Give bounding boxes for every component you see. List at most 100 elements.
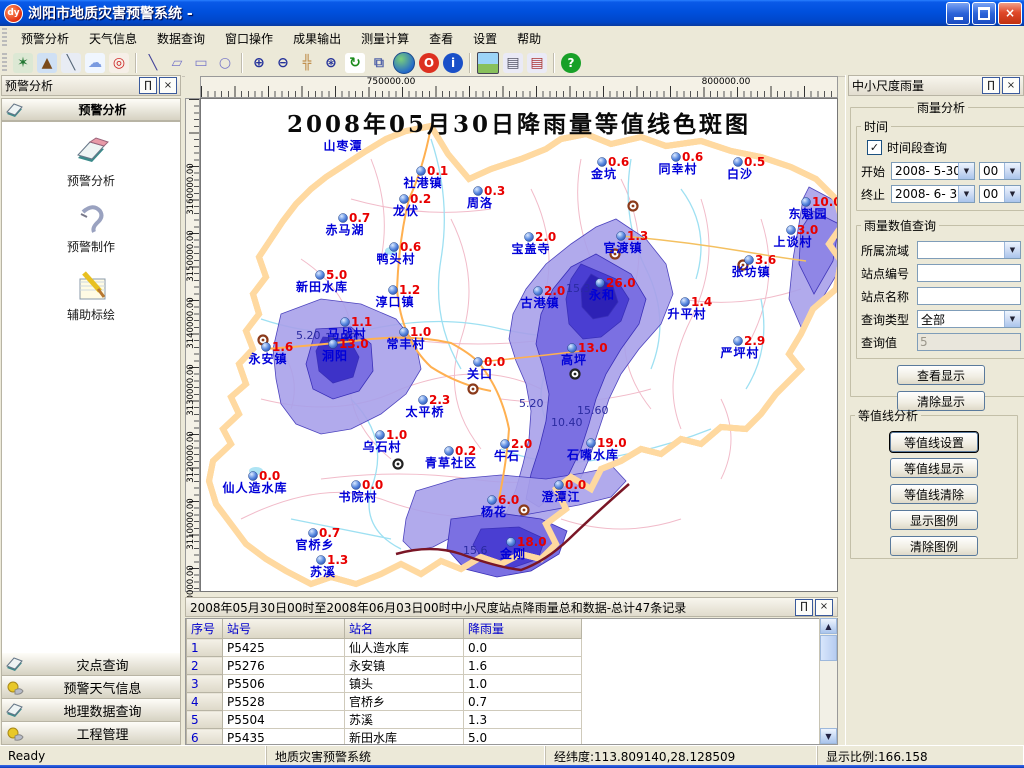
rain-station[interactable]: 山枣潭 — [323, 138, 362, 153]
rain-station[interactable]: 0.2龙伏 — [393, 192, 431, 218]
rain-station[interactable]: 0.1社港镇 — [402, 164, 448, 190]
menu-item[interactable]: 设置 — [463, 27, 507, 50]
target-locate-icon[interactable]: ◎ — [109, 53, 129, 73]
chevron-down-icon[interactable]: ▼ — [958, 163, 974, 179]
menu-item[interactable]: 查看 — [419, 27, 463, 50]
sidebar-bar[interactable]: 灾点查询 — [1, 653, 181, 676]
globe-icon[interactable] — [393, 52, 415, 74]
close-button[interactable]: × — [998, 2, 1022, 25]
start-date-picker[interactable]: 2008- 5-30▼ — [891, 162, 975, 180]
station-name-input[interactable] — [917, 287, 1021, 305]
zoom-out-icon[interactable]: ⊖ — [273, 53, 293, 73]
stop-icon[interactable]: O — [419, 53, 439, 73]
end-date-picker[interactable]: 2008- 6- 3▼ — [891, 185, 975, 203]
contour-button-4[interactable]: 显示图例 — [890, 510, 978, 530]
query-type-select[interactable]: 全部▼ — [917, 310, 1021, 328]
table-column-header[interactable]: 站号 — [223, 619, 345, 639]
copy-window-icon[interactable]: ⧉ — [369, 53, 389, 73]
zoom-center-icon[interactable]: ⊛ — [321, 53, 341, 73]
table-column-header[interactable]: 序号 — [187, 619, 223, 639]
sidebar-tool-2[interactable]: 预警制作 — [2, 202, 180, 255]
draw-ellipse-icon[interactable]: ○ — [215, 53, 235, 73]
help-icon[interactable]: ? — [561, 53, 581, 73]
refresh-view-icon[interactable]: ↻ — [345, 53, 365, 73]
draw-line-icon[interactable]: ╲ — [143, 53, 163, 73]
sidebar-tool-1[interactable]: 预警分析 — [2, 136, 180, 189]
table-column-header[interactable]: 降雨量 — [464, 619, 582, 639]
rain-station[interactable]: 2.9严坪村 — [719, 334, 765, 360]
restore-button[interactable] — [972, 2, 996, 25]
rain-station[interactable]: 0.7官桥乡 — [295, 526, 340, 552]
table-row[interactable]: 6P5435新田水库5.0 — [187, 729, 582, 746]
zoom-in-icon[interactable]: ⊕ — [249, 53, 269, 73]
bottom-panel-close-icon[interactable]: × — [815, 599, 833, 616]
sidebar-bar[interactable]: 工程管理 — [1, 722, 181, 745]
contour-button-5[interactable]: 清除图例 — [890, 536, 978, 556]
pan-icon[interactable]: ╬ — [297, 53, 317, 73]
rain-station[interactable]: 0.0仙人造水库 — [222, 469, 287, 495]
bottom-panel-pin-icon[interactable]: ∏ — [795, 599, 813, 616]
print-setup-icon[interactable]: ▤ — [527, 53, 547, 73]
contour-button-3[interactable]: 等值线清除 — [890, 484, 978, 504]
chevron-down-icon[interactable]: ▼ — [1004, 311, 1020, 327]
chevron-down-icon[interactable]: ▼ — [1004, 242, 1020, 258]
end-hour-picker[interactable]: 00▼ — [979, 185, 1021, 203]
chevron-down-icon[interactable]: ▼ — [1004, 163, 1020, 179]
menu-item[interactable]: 帮助 — [507, 27, 551, 50]
rain-station[interactable]: 0.6同幸村 — [658, 150, 703, 176]
right-panel-pin-icon[interactable]: ∏ — [982, 77, 1000, 94]
rain-station[interactable]: 2.3太平桥 — [405, 393, 450, 419]
rain-station[interactable]: 5.0新田水库 — [296, 268, 348, 294]
rain-station[interactable]: 0.2青草社区 — [425, 444, 477, 470]
table-row[interactable]: 5P5504苏溪1.3 — [187, 711, 582, 729]
left-panel-pin-icon[interactable]: ∏ — [139, 77, 157, 94]
rain-station[interactable]: 1.3苏溪 — [310, 553, 348, 579]
cloud-icon[interactable]: ☁ — [85, 53, 105, 73]
warning-analysis-icon[interactable]: ✶ — [13, 53, 33, 73]
menu-item[interactable]: 测量计算 — [351, 27, 419, 50]
rain-station[interactable]: 0.7赤马湖 — [325, 211, 370, 237]
rain-station[interactable]: 3.0上谈村 — [773, 223, 818, 249]
table-row[interactable]: 2P5276永安镇1.6 — [187, 657, 582, 675]
show-values-button[interactable]: 查看显示 — [897, 365, 985, 385]
menu-item[interactable]: 成果输出 — [283, 27, 351, 50]
menu-item[interactable]: 预警分析 — [11, 27, 79, 50]
table-column-header[interactable]: 站名 — [345, 619, 464, 639]
minimize-button[interactable] — [946, 2, 970, 25]
rain-station[interactable]: 1.0乌石村 — [362, 428, 407, 454]
menu-item[interactable]: 天气信息 — [79, 27, 147, 50]
basin-select[interactable]: ▼ — [917, 241, 1021, 259]
table-scrollbar[interactable]: ▲ ▼ — [819, 618, 837, 744]
rain-station[interactable]: 2.0宝盖寺 — [511, 230, 556, 256]
scrollbar-thumb[interactable] — [820, 635, 837, 661]
survey-pick-icon[interactable]: ╲ — [61, 53, 81, 73]
left-panel-header[interactable]: 预警分析 — [1, 98, 181, 121]
start-hour-picker[interactable]: 00▼ — [979, 162, 1021, 180]
rain-station[interactable]: 0.0书院村 — [338, 478, 383, 504]
sidebar-bar[interactable]: 预警天气信息 — [1, 676, 181, 699]
chevron-down-icon[interactable]: ▼ — [1004, 186, 1020, 202]
toolbar-grip[interactable] — [2, 53, 7, 74]
draw-polygon-icon[interactable]: ▱ — [167, 53, 187, 73]
export-image-icon[interactable] — [477, 52, 499, 74]
scroll-up-icon[interactable]: ▲ — [820, 618, 837, 634]
contour-button-1[interactable]: 等值线设置 — [890, 432, 978, 452]
rain-station[interactable]: 0.6金坑 — [590, 155, 629, 181]
menu-item[interactable]: 窗口操作 — [215, 27, 283, 50]
table-row[interactable]: 4P5528官桥乡0.7 — [187, 693, 582, 711]
right-panel-close-icon[interactable]: × — [1002, 77, 1020, 94]
time-range-checkbox[interactable]: ✓ — [867, 140, 882, 155]
chevron-down-icon[interactable]: ▼ — [958, 186, 974, 202]
map-canvas[interactable]: 5.2010.4015.35.2015.6010.4015.6 山枣潭0.1社港… — [200, 98, 838, 592]
draw-rectangle-icon[interactable]: ▭ — [191, 53, 211, 73]
contour-button-2[interactable]: 等值线显示 — [890, 458, 978, 478]
menubar-grip[interactable] — [2, 28, 7, 47]
left-panel-close-icon[interactable]: × — [159, 77, 177, 94]
info-icon[interactable]: i — [443, 53, 463, 73]
menu-item[interactable]: 数据查询 — [147, 27, 215, 50]
station-id-input[interactable] — [917, 264, 1021, 282]
rain-station[interactable]: 0.0关口 — [467, 355, 505, 381]
table-row[interactable]: 1P5425仙人造水库0.0 — [187, 639, 582, 657]
sidebar-bar[interactable]: 地理数据查询 — [1, 699, 181, 722]
flood-info-icon[interactable]: ▲ — [37, 53, 57, 73]
